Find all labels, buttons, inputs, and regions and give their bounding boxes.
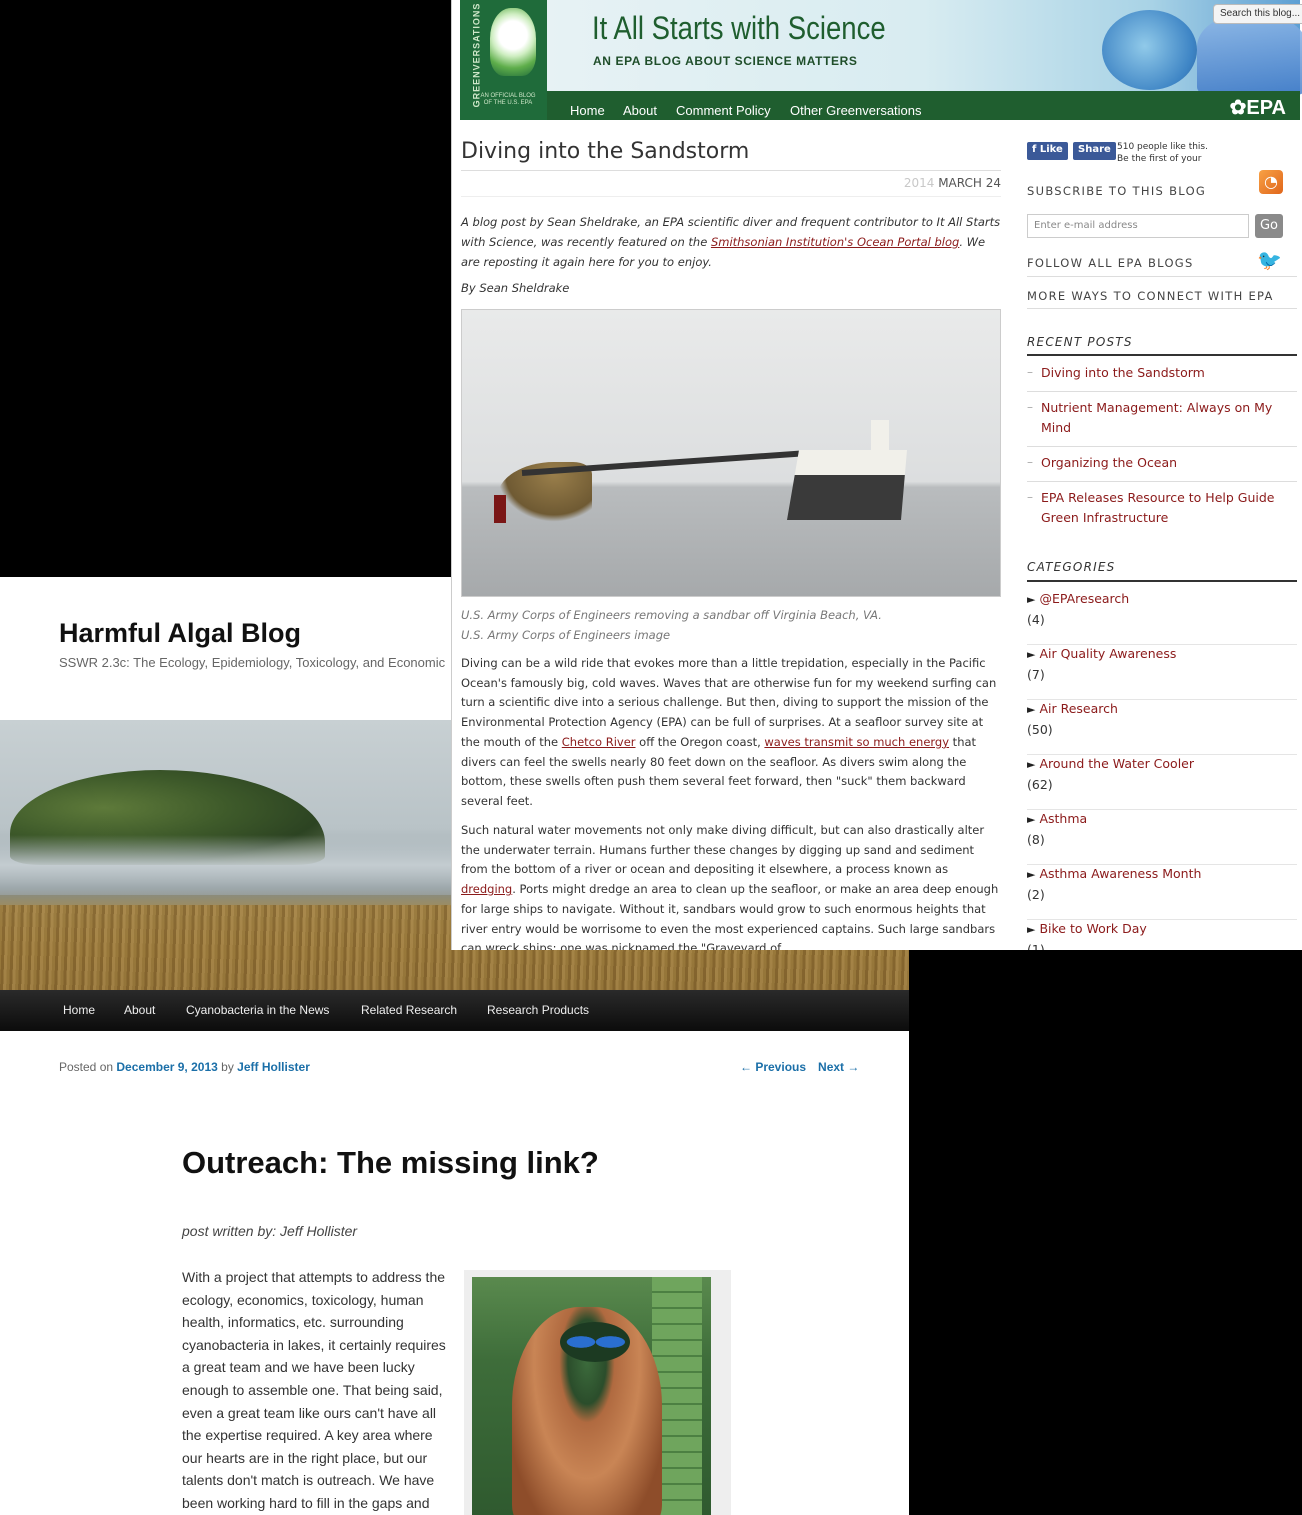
go-button[interactable]: Go xyxy=(1255,214,1283,238)
dredging-link[interactable]: dredging xyxy=(461,882,512,896)
post-paragraph: Such natural water movements not only ma… xyxy=(461,823,999,950)
dredge-ship xyxy=(787,420,907,520)
facebook-count: 510 people like this. Be the first of yo… xyxy=(1117,142,1208,164)
photo-caption: U.S. Army Corps of Engineers removing a … xyxy=(461,608,882,642)
category-item: ► Asthma (8) xyxy=(1027,809,1297,865)
categories-heading: CATEGORIES xyxy=(1027,560,1116,574)
smithsonian-link[interactable]: Smithsonian Institution's Ocean Portal b… xyxy=(711,235,959,249)
face-paint xyxy=(560,1322,630,1362)
site-title[interactable]: Harmful Algal Blog xyxy=(59,618,301,649)
nav-comment-policy[interactable]: Comment Policy xyxy=(676,103,771,118)
post-title: Diving into the Sandstorm xyxy=(461,139,750,164)
recent-post-link[interactable]: Organizing the Ocean xyxy=(1041,453,1291,473)
search-input[interactable]: Search this blog... xyxy=(1213,4,1302,24)
recent-post-link[interactable]: Nutrient Management: Always on My Mind xyxy=(1041,398,1291,438)
facebook-share-button[interactable]: Share xyxy=(1073,142,1116,160)
buoy xyxy=(494,495,506,523)
post-navigation: ← Previous Next → xyxy=(740,1060,871,1074)
section-rule xyxy=(1027,354,1297,356)
nav-related-research[interactable]: Related Research xyxy=(361,1003,457,1017)
nav-cyanobacteria-news[interactable]: Cyanobacteria in the News xyxy=(186,1003,329,1017)
author-link[interactable]: Jeff Hollister xyxy=(237,1060,310,1074)
category-item: ► Around the Water Cooler (62) xyxy=(1027,754,1297,810)
nav-about[interactable]: About xyxy=(623,103,657,118)
recent-posts-heading: RECENT POSTS xyxy=(1027,335,1133,349)
blog-subtitle: AN EPA BLOG ABOUT SCIENCE MATTERS xyxy=(593,54,858,68)
post-date: 2014 MARCH 24 xyxy=(461,176,1001,190)
subscribe-heading: SUBSCRIBE TO THIS BLOG xyxy=(1027,184,1207,198)
glove-image xyxy=(1197,15,1302,95)
post-title: Outreach: The missing link? xyxy=(182,1145,599,1180)
category-link[interactable]: @EPAresearch xyxy=(1039,591,1129,606)
rss-icon[interactable]: ◔ xyxy=(1259,170,1283,194)
more-ways-link[interactable]: MORE WAYS TO CONNECT WITH EPA xyxy=(1027,289,1274,303)
post-body: With a project that attempts to address … xyxy=(182,1269,446,1511)
section-rule xyxy=(1027,580,1297,582)
nav-home[interactable]: Home xyxy=(570,103,605,118)
nav-home[interactable]: Home xyxy=(63,1003,95,1017)
facebook-like-button[interactable]: f Like xyxy=(1027,142,1068,160)
posted-on-label: Posted on xyxy=(59,1060,114,1074)
category-link[interactable]: Asthma Awareness Month xyxy=(1039,866,1201,881)
next-post-link[interactable]: Next → xyxy=(818,1060,859,1074)
category-link[interactable]: Around the Water Cooler xyxy=(1039,756,1194,771)
dredging-photo[interactable] xyxy=(461,309,1001,597)
globe-icon xyxy=(1102,10,1197,90)
post-date-link[interactable]: December 9, 2013 xyxy=(116,1060,217,1074)
post-year: 2014 xyxy=(903,176,935,190)
recent-post-link[interactable]: EPA Releases Resource to Help Guide Gree… xyxy=(1041,488,1291,528)
post-day: MARCH 24 xyxy=(938,176,1001,190)
official-blog-label: AN OFFICIAL BLOG OF THE U.S. EPA xyxy=(480,93,536,106)
lightbulb-icon xyxy=(490,8,536,76)
category-link[interactable]: Air Quality Awareness xyxy=(1039,646,1176,661)
category-link[interactable]: Air Research xyxy=(1039,701,1117,716)
blog-nav: Home About Comment Policy Other Greenver… xyxy=(547,91,1300,120)
recent-post-link[interactable]: Diving into the Sandstorm xyxy=(1041,363,1291,383)
wrestler-photo[interactable] xyxy=(472,1277,711,1515)
greenversations-vertical-text: GREENVERSATIONS xyxy=(471,2,482,108)
blog-header: GREENVERSATIONS AN OFFICIAL BLOG OF THE … xyxy=(460,0,1302,120)
epa-blog-window: GREENVERSATIONS AN OFFICIAL BLOG OF THE … xyxy=(451,0,1302,950)
category-item: ► @EPAresearch (4) xyxy=(1027,589,1297,645)
category-link[interactable]: Asthma xyxy=(1039,811,1087,826)
nav-other-greenversations[interactable]: Other Greenversations xyxy=(790,103,922,118)
science-banner: It All Starts with Science AN EPA BLOG A… xyxy=(547,0,1302,95)
waves-energy-link[interactable]: waves transmit so much energy xyxy=(764,735,949,749)
chetco-river-link[interactable]: Chetco River xyxy=(562,735,636,749)
twitter-icon[interactable]: 🐦 xyxy=(1257,248,1282,272)
category-link[interactable]: Bike to Work Day xyxy=(1039,921,1146,936)
previous-post-link[interactable]: ← Previous xyxy=(740,1060,806,1074)
blog-title[interactable]: It All Starts with Science xyxy=(592,10,886,47)
post-byline: post written by: Jeff Hollister xyxy=(182,1223,358,1239)
post-author: By Sean Sheldrake xyxy=(461,281,570,295)
divider xyxy=(1027,276,1297,277)
category-item: ► Air Research (50) xyxy=(1027,699,1297,755)
category-item: ► Bike to Work Day (1) xyxy=(1027,919,1297,950)
nav-research-products[interactable]: Research Products xyxy=(487,1003,589,1017)
greenversations-logo[interactable]: GREENVERSATIONS AN OFFICIAL BLOG OF THE … xyxy=(460,0,547,120)
divider xyxy=(461,170,1001,171)
category-item: ► Air Quality Awareness (7) xyxy=(1027,644,1297,700)
post-intro: A blog post by Sean Sheldrake, an EPA sc… xyxy=(461,215,1001,269)
follow-epa-blogs-link[interactable]: FOLLOW ALL EPA BLOGS xyxy=(1027,256,1194,270)
by-label: by xyxy=(221,1060,234,1074)
main-nav: Home About Cyanobacteria in the News Rel… xyxy=(0,990,909,1031)
post-paragraph: Diving can be a wild ride that evokes mo… xyxy=(461,656,997,808)
site-description: SSWR 2.3c: The Ecology, Epidemiology, To… xyxy=(59,655,446,670)
divider xyxy=(461,196,1001,197)
category-item: ► Asthma Awareness Month (2) xyxy=(1027,864,1297,920)
post-meta: Posted on December 9, 2013 by Jeff Holli… xyxy=(59,1060,310,1074)
post-image-frame xyxy=(464,1270,731,1515)
epa-logo[interactable]: ✿EPA xyxy=(1230,95,1286,120)
divider xyxy=(1027,308,1297,309)
nav-about[interactable]: About xyxy=(124,1003,155,1017)
email-field[interactable]: Enter e-mail address xyxy=(1027,214,1249,238)
